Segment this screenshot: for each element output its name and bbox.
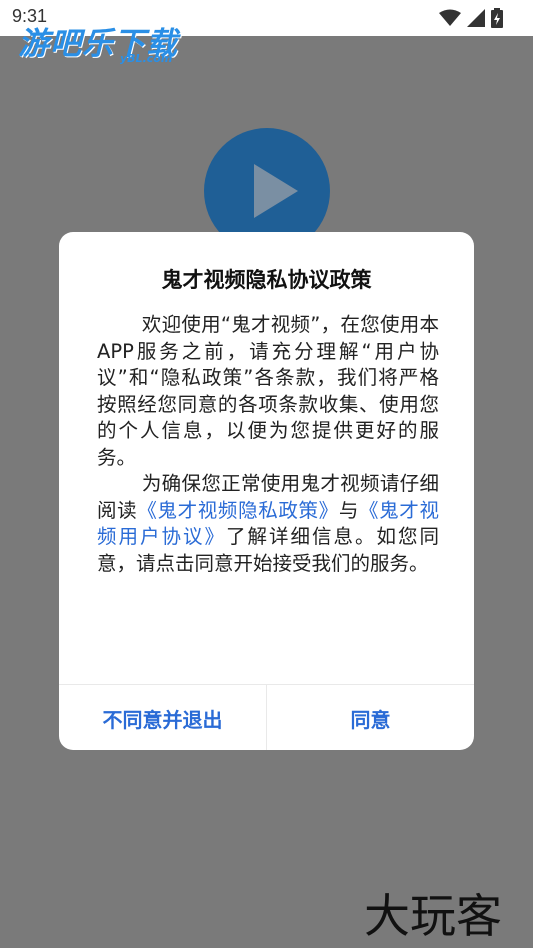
decline-exit-button[interactable]: 不同意并退出 <box>59 685 267 750</box>
dialog-body: 欢迎使用“鬼才视频”，在您使用本APP服务之前，请充分理解“用户协议”和“隐私政… <box>97 312 439 577</box>
battery-icon <box>491 8 503 28</box>
signal-icon <box>467 9 485 27</box>
status-icons <box>439 8 503 28</box>
wifi-icon <box>439 9 461 26</box>
agree-button[interactable]: 同意 <box>267 685 474 750</box>
dialog-actions: 不同意并退出 同意 <box>59 684 474 750</box>
dialog-paragraph-1: 欢迎使用“鬼才视频”，在您使用本APP服务之前，请充分理解“用户协议”和“隐私政… <box>97 313 439 469</box>
watermark-url: yBL.com <box>120 52 173 65</box>
para2-mid: 与 <box>338 498 359 522</box>
brand-watermark: 大玩客 <box>364 889 502 943</box>
dialog-paragraph-2: 为确保您正常使用鬼才视频请仔细阅读《鬼才视频隐私政策》与《鬼才视频用户协议》了解… <box>97 471 439 577</box>
dialog-title: 鬼才视频隐私协议政策 <box>161 268 372 292</box>
privacy-policy-link[interactable]: 《鬼才视频隐私政策》 <box>137 499 339 522</box>
privacy-dialog: 鬼才视频隐私协议政策 欢迎使用“鬼才视频”，在您使用本APP服务之前，请充分理解… <box>59 232 474 750</box>
